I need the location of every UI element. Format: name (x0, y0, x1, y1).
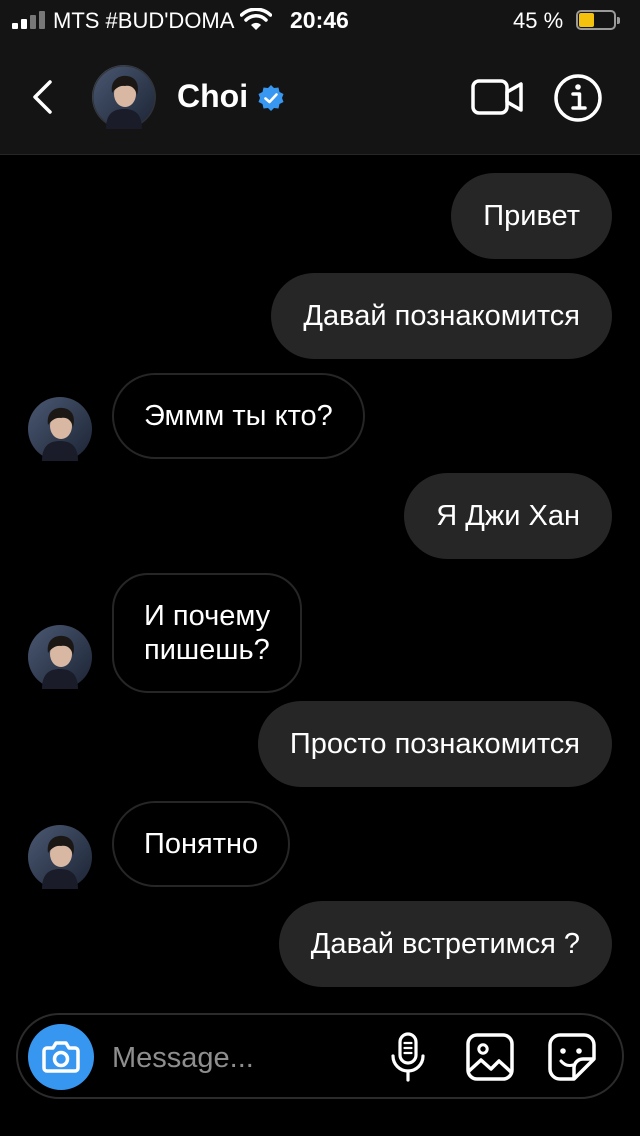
message-text: Просто познакомится (289, 728, 580, 760)
message-text: Давай познакомится (303, 300, 580, 332)
status-bar: MTS #BUD'DOMA 20:46 45 % (0, 0, 640, 40)
message-text: Эммм ты кто? (144, 400, 333, 432)
message-text: Понятно (144, 828, 259, 860)
battery-icon (576, 10, 620, 30)
sent-message[interactable]: Я Джи Хан (404, 473, 612, 559)
video-camera-icon[interactable] (470, 76, 524, 118)
wifi-icon (240, 8, 272, 30)
message-text-line: пишешь? (144, 634, 270, 666)
battery-percentage: 45 % (513, 8, 564, 33)
sent-message[interactable]: Привет (451, 173, 612, 259)
message-text: Я Джи Хан (436, 500, 580, 532)
sent-message[interactable]: Давай встретимся ? (278, 901, 612, 987)
clock: 20:46 (290, 7, 349, 33)
contact-name[interactable]: Choi (177, 78, 248, 115)
avatar[interactable] (28, 625, 92, 689)
avatar[interactable] (92, 65, 156, 129)
camera-icon (42, 1041, 80, 1073)
received-message[interactable]: Понятно (112, 801, 291, 887)
received-message[interactable]: И почему пишешь? (112, 573, 303, 693)
avatar[interactable] (28, 825, 92, 889)
info-icon[interactable] (553, 73, 603, 123)
microphone-icon[interactable] (388, 1031, 428, 1083)
camera-button[interactable] (28, 1024, 94, 1090)
sent-message[interactable]: Просто познакомится (257, 701, 612, 787)
message-text: Привет (483, 200, 580, 232)
signal-icon (12, 11, 46, 29)
gallery-icon[interactable] (464, 1031, 516, 1083)
message-text: Давай встретимся ? (310, 928, 580, 960)
message-input[interactable] (110, 1033, 374, 1083)
sent-message[interactable]: Давай познакомится (271, 273, 612, 359)
sticker-icon[interactable] (546, 1031, 598, 1083)
message-composer (16, 1013, 624, 1099)
avatar[interactable] (28, 397, 92, 461)
message-thread: Привет Давай познакомится Эммм ты кто? Я… (0, 155, 640, 1005)
back-icon[interactable] (24, 74, 64, 120)
received-message[interactable]: Эммм ты кто? (112, 373, 365, 459)
chat-header: Choi (0, 40, 640, 155)
message-text-line: И почему (144, 600, 271, 632)
carrier-label: MTS #BUD'DOMA (53, 8, 235, 33)
verified-icon (258, 85, 284, 111)
